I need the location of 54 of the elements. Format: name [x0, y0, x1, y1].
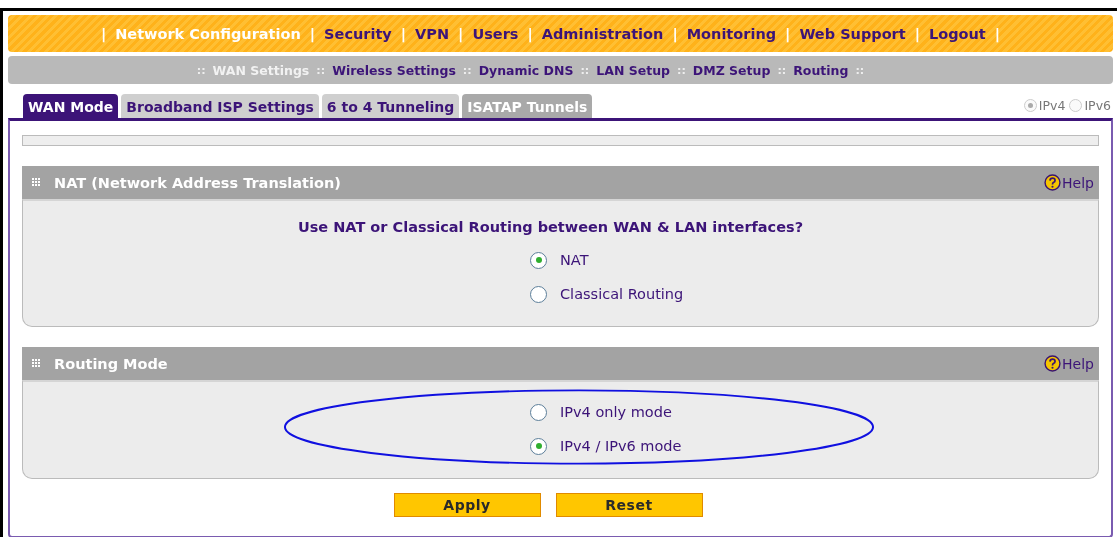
radio-button[interactable]	[530, 251, 547, 269]
radio-label: IPv6	[1084, 98, 1111, 113]
menu-separator: |	[309, 25, 316, 42]
menu-separator: |	[994, 25, 1001, 42]
menu-separator: |	[458, 25, 464, 42]
radio-button[interactable]	[530, 403, 547, 421]
menu-separator: |	[672, 25, 678, 42]
main-menu-link[interactable]: VPN	[415, 25, 450, 42]
menu-separator: ::	[316, 63, 326, 77]
form-button[interactable]: Reset	[555, 493, 703, 517]
radio-button[interactable]	[1023, 99, 1037, 112]
question-text: Use NAT or Classical Routing between WAN & LAN interfaces?	[296, 219, 805, 235]
option-label: Classical Routing	[560, 286, 684, 302]
sub-menu-link[interactable]: DMZ Setup	[692, 62, 771, 78]
menu-separator: |	[527, 25, 533, 42]
menu-separator: |	[785, 25, 791, 42]
question-icon	[1044, 174, 1062, 191]
section-title: Routing Mode	[54, 355, 168, 372]
help-link[interactable]: Help	[1044, 174, 1094, 191]
menu-separator: ::	[777, 63, 787, 77]
main-menu-link[interactable]: Monitoring	[686, 25, 777, 42]
sub-menu-link[interactable]: LAN Setup	[596, 62, 670, 78]
main-menu-link[interactable]: Administration	[541, 25, 664, 42]
tab[interactable]: Broadband ISP Settings	[121, 94, 319, 118]
grip-icon	[32, 178, 41, 187]
main-menu-link[interactable]: Security	[324, 25, 392, 42]
tab[interactable]: WAN Mode	[23, 94, 119, 118]
question-icon	[1044, 355, 1062, 372]
radio-button[interactable]	[530, 285, 547, 303]
radio-button[interactable]	[1069, 99, 1083, 112]
radio-label: IPv4	[1038, 98, 1066, 113]
radio-button[interactable]	[530, 437, 547, 455]
tab[interactable]: 6 to 4 Tunneling	[321, 94, 460, 118]
main-menu-link[interactable]: Web Support	[799, 25, 906, 42]
menu-separator: ::	[462, 63, 472, 77]
main-menu-link[interactable]: Users	[472, 25, 519, 42]
main-menu-link[interactable]: Logout	[929, 25, 986, 42]
menu-separator: ::	[855, 63, 865, 77]
sub-menu-link[interactable]: Wireless Settings	[332, 62, 456, 78]
help-link[interactable]: Help	[1044, 355, 1094, 372]
menu-separator: |	[400, 25, 407, 42]
section-title: NAT (Network Address Translation)	[54, 174, 341, 191]
sub-menu-link[interactable]: Routing	[793, 62, 849, 78]
option-label: NAT	[560, 252, 589, 268]
menu-separator: |	[100, 25, 107, 42]
menu-separator: |	[914, 25, 920, 42]
menu-separator: ::	[580, 63, 590, 77]
sub-menu-link[interactable]: Dynamic DNS	[478, 62, 574, 78]
grip-icon	[32, 359, 41, 368]
form-button[interactable]: Apply	[393, 493, 541, 517]
menu-separator: ::	[677, 63, 686, 77]
option-label: IPv4 only mode	[560, 404, 672, 420]
menu-separator: ::	[196, 63, 206, 77]
option-label: IPv4 / IPv6 mode	[560, 438, 682, 454]
